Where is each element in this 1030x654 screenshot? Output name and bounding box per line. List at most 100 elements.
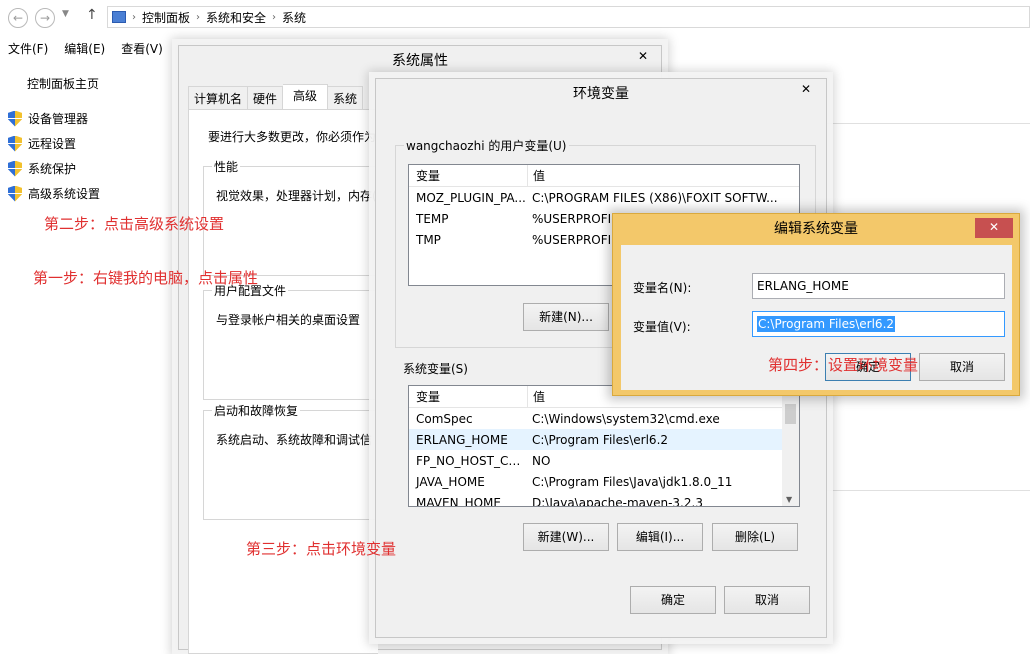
annotation-step3: 第三步：点击环境变量	[246, 540, 397, 558]
menu-view[interactable]: 查看(V)	[121, 40, 163, 57]
list-item-selected[interactable]: ERLANG_HOME C:\Program Files\erl6.2	[409, 429, 799, 450]
column-header-variable[interactable]: 变量	[409, 167, 527, 184]
shield-icon	[8, 161, 22, 177]
var-name: MAVEN_HOME	[416, 495, 501, 507]
column-header-value[interactable]: 值	[528, 388, 545, 405]
close-icon[interactable]: ✕	[790, 80, 822, 100]
column-header-variable[interactable]: 变量	[409, 388, 527, 405]
variable-value-label: 变量值(V):	[633, 320, 691, 334]
shield-icon	[8, 111, 22, 127]
chevron-right-icon: ›	[132, 11, 136, 23]
control-panel-icon	[112, 11, 126, 23]
var-value: C:\Program Files\erl6.2	[532, 432, 669, 447]
user-new-button[interactable]: 新建(N)...	[523, 303, 609, 331]
control-panel-home-link[interactable]: 控制面板主页	[27, 75, 99, 92]
tab-strip: 计算机名 硬件 高级 系统	[188, 84, 364, 109]
cancel-button[interactable]: 取消	[919, 353, 1005, 381]
link-label: 高级系统设置	[28, 187, 101, 201]
user-profiles-group: 用户配置文件 与登录帐户相关的桌面设置	[203, 282, 403, 400]
scroll-down-icon[interactable]: ▼	[786, 495, 792, 504]
recent-dropdown-icon[interactable]: ▼	[62, 9, 69, 19]
remote-settings-link[interactable]: 远程设置	[8, 135, 76, 152]
var-name: FP_NO_HOST_CH...	[416, 453, 527, 468]
ok-button[interactable]: 确定	[630, 586, 716, 614]
var-value: NO	[532, 453, 551, 468]
var-value: %USERPROFIL	[532, 232, 618, 247]
scrollbar-thumb[interactable]	[785, 404, 796, 424]
list-item[interactable]: MOZ_PLUGIN_PA... C:\PROGRAM FILES (X86)\…	[409, 187, 799, 208]
dialog-title: 环境变量	[573, 86, 629, 102]
chevron-right-icon: ›	[272, 11, 277, 23]
system-protection-link[interactable]: 系统保护	[8, 160, 76, 177]
tab-computer-name[interactable]: 计算机名	[188, 86, 249, 109]
breadcrumb-item[interactable]: 系统和安全	[206, 9, 266, 26]
device-manager-link[interactable]: 设备管理器	[8, 110, 88, 127]
scrollbar[interactable]: ▲ ▼	[782, 386, 799, 506]
breadcrumb-item[interactable]: 系统	[282, 9, 306, 26]
explorer-toolbar: ← → ▼ ↑ › 控制面板 › 系统和安全 › 系统	[0, 0, 1030, 36]
system-variables-list[interactable]: 变量 值 ComSpec C:\Windows\system32\cmd.exe…	[408, 385, 800, 507]
var-name: TMP	[416, 232, 441, 247]
var-value: C:\Program Files\Java\jdk1.8.0_11	[532, 474, 733, 489]
var-name: TEMP	[416, 211, 449, 226]
var-value: C:\PROGRAM FILES (X86)\FOXIT SOFTW...	[532, 190, 778, 205]
annotation-step1: 第一步：右键我的电脑，点击属性	[33, 269, 259, 287]
var-value: %USERPROFIL	[532, 211, 618, 226]
intro-text: 要进行大多数更改，你必须作为	[208, 130, 377, 144]
list-item[interactable]: FP_NO_HOST_CH... NO	[409, 450, 799, 471]
var-name: MOZ_PLUGIN_PA...	[416, 190, 526, 205]
advanced-system-settings-link[interactable]: 高级系统设置	[8, 185, 100, 202]
list-item[interactable]: JAVA_HOME C:\Program Files\Java\jdk1.8.0…	[409, 471, 799, 492]
system-delete-button[interactable]: 删除(L)	[712, 523, 798, 551]
list-item[interactable]: MAVEN_HOME D:\Java\apache-maven-3.2.3	[409, 492, 799, 507]
divider	[825, 123, 1030, 124]
var-name: ComSpec	[416, 411, 473, 426]
annotation-step2: 第二步：点击高级系统设置	[44, 215, 225, 233]
tab-advanced[interactable]: 高级	[283, 84, 329, 109]
var-name: ERLANG_HOME	[416, 432, 508, 447]
link-label: 系统保护	[28, 162, 77, 176]
group-legend: wangchaozhi 的用户变量(U)	[404, 137, 569, 154]
performance-group: 性能 视觉效果，处理器计划，内存(	[203, 158, 403, 276]
tab-system[interactable]: 系统	[328, 86, 364, 109]
forward-icon[interactable]: →	[35, 8, 55, 28]
var-value: C:\Windows\system32\cmd.exe	[532, 411, 720, 426]
list-item[interactable]: ComSpec C:\Windows\system32\cmd.exe	[409, 408, 799, 429]
shield-icon	[8, 136, 22, 152]
system-new-button[interactable]: 新建(W)...	[523, 523, 609, 551]
column-header-value[interactable]: 值	[528, 167, 545, 184]
tab-panel: 要进行大多数更改，你必须作为 性能 视觉效果，处理器计划，内存( 用户配置文件 …	[188, 109, 403, 654]
breadcrumb-item[interactable]: 控制面板	[142, 9, 190, 26]
menu-file[interactable]: 文件(F)	[8, 40, 48, 57]
variable-name-label: 变量名(N):	[633, 281, 692, 295]
var-value: D:\Java\apache-maven-3.2.3	[532, 495, 703, 507]
startup-recovery-group: 启动和故障恢复 系统启动、系统故障和调试信	[203, 402, 403, 520]
list-header: 变量 值	[409, 165, 799, 187]
link-label: 设备管理器	[28, 112, 89, 126]
annotation-step4: 第四步：设置环境变量	[768, 356, 919, 374]
up-icon[interactable]: ↑	[86, 7, 98, 23]
group-text: 系统启动、系统故障和调试信	[216, 433, 373, 447]
system-edit-button[interactable]: 编辑(I)...	[617, 523, 703, 551]
menu-edit[interactable]: 编辑(E)	[64, 40, 105, 57]
link-label: 远程设置	[28, 137, 77, 151]
back-icon[interactable]: ←	[8, 8, 28, 28]
cancel-button[interactable]: 取消	[724, 586, 810, 614]
group-legend: 启动和故障恢复	[212, 402, 301, 419]
system-variables-label: 系统变量(S)	[403, 362, 468, 376]
var-name: JAVA_HOME	[416, 474, 485, 489]
group-legend: 性能	[212, 158, 241, 175]
close-icon[interactable]: ✕	[627, 47, 659, 67]
close-icon[interactable]: ✕	[975, 218, 1013, 238]
tab-hardware[interactable]: 硬件	[248, 86, 284, 109]
group-text: 与登录帐户相关的桌面设置	[216, 313, 361, 327]
address-bar[interactable]: › 控制面板 › 系统和安全 › 系统	[107, 6, 1030, 28]
divider	[825, 490, 1030, 491]
dialog-title: 编辑系统变量	[774, 221, 858, 237]
dialog-title: 系统属性	[392, 53, 448, 69]
chevron-right-icon: ›	[196, 11, 201, 23]
group-text: 视觉效果，处理器计划，内存(	[216, 189, 377, 203]
variable-value-input[interactable]: C:\Program Files\erl6.2	[752, 311, 1005, 337]
variable-name-input[interactable]: ERLANG_HOME	[752, 273, 1005, 299]
selected-text: C:\Program Files\erl6.2	[757, 316, 896, 332]
